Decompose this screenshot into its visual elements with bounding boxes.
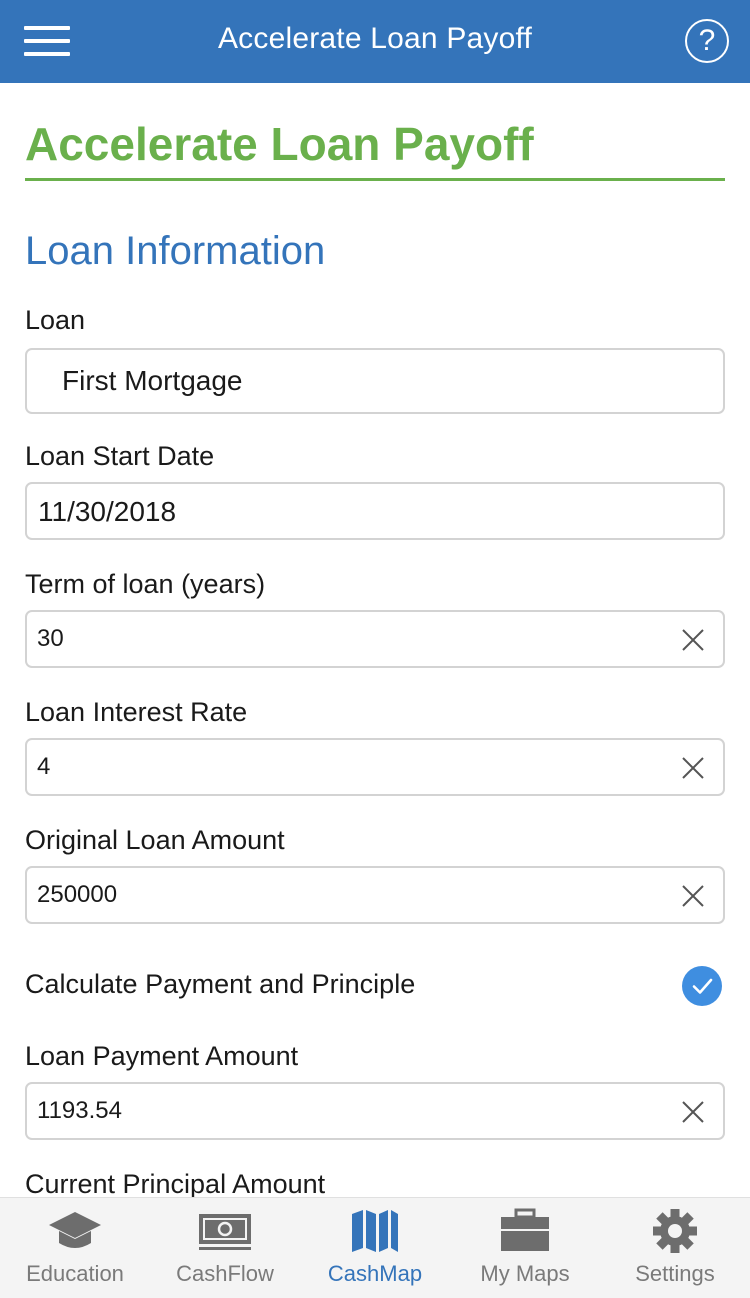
title-divider [25,178,725,181]
loan-start-date-value: 11/30/2018 [38,496,177,527]
clear-interest-rate-icon[interactable] [681,756,705,780]
top-bar: Accelerate Loan Payoff ? [0,0,750,83]
calculate-checkbox[interactable] [682,966,722,1006]
gear-icon [653,1209,697,1253]
tab-cashmap-label: CashMap [327,1261,423,1286]
interest-rate-value: 4 [37,753,51,780]
original-amount-input[interactable]: 250000 [25,866,725,924]
tab-settings[interactable]: Settings [600,1198,750,1298]
section-title: Loan Information [25,229,326,273]
header-title: Accelerate Loan Payoff [217,22,533,55]
cash-icon [199,1214,251,1250]
current-principal-label: Current Principal Amount [25,1169,326,1197]
tab-cashflow[interactable]: CashFlow [150,1198,300,1298]
term-value: 30 [37,625,64,652]
term-input[interactable]: 30 [25,610,725,668]
loan-select[interactable]: First Mortgage [25,348,725,414]
original-amount-value: 250000 [37,881,118,908]
payment-input[interactable]: 1193.54 [25,1082,725,1140]
payment-label: Loan Payment Amount [25,1041,299,1071]
original-amount-label: Original Loan Amount [25,825,285,855]
help-icon[interactable]: ? [685,19,729,63]
page-title: Accelerate Loan Payoff [25,118,534,170]
clear-payment-icon[interactable] [681,1100,705,1124]
tab-settings-label: Settings [635,1261,715,1286]
tab-my-maps[interactable]: My Maps [450,1198,600,1298]
payment-value: 1193.54 [37,1097,122,1124]
interest-rate-label: Loan Interest Rate [25,697,248,727]
tab-cashmap[interactable]: CashMap [300,1198,450,1298]
tab-education[interactable]: Education [0,1198,150,1298]
interest-rate-input[interactable]: 4 [25,738,725,796]
tab-my-maps-label: My Maps [480,1261,570,1286]
tab-bar: Education CashFlow CashMap My Maps Setti… [0,1197,750,1298]
loan-start-date-label: Loan Start Date [25,441,215,471]
checkmark-icon [692,978,713,994]
loan-label: Loan [25,305,86,335]
calculate-label: Calculate Payment and Principle [25,969,416,999]
tab-education-label: Education [26,1261,124,1286]
term-label: Term of loan (years) [25,569,266,599]
tab-cashflow-label: CashFlow [176,1261,274,1286]
briefcase-icon [501,1208,549,1251]
loan-select-value: First Mortgage [62,365,243,396]
clear-term-icon[interactable] [681,628,705,652]
main-content[interactable]: Accelerate Loan Payoff Loan Information … [25,83,725,1197]
loan-start-date-field[interactable]: 11/30/2018 [25,482,725,540]
graduation-cap-icon [49,1212,101,1248]
clear-original-amount-icon[interactable] [681,884,705,908]
map-icon [352,1210,398,1252]
